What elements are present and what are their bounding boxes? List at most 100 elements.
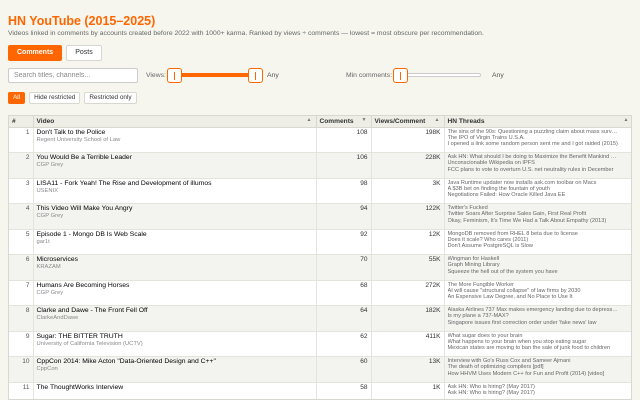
threads-cell: Wingman for Haskell Graph Mining Library S…	[444, 254, 631, 281]
comment-count: 70	[316, 254, 372, 281]
video-title-link[interactable]: LISA11 - Fork Yeah! The Rise and Develop…	[37, 180, 313, 188]
threads-cell: Ask HN: Who is hiring? (May 2017) Ask HN:…	[444, 382, 631, 399]
views-per-comment: 411K	[371, 331, 445, 357]
views-per-comment: 3K	[371, 178, 445, 204]
search-input[interactable]	[8, 68, 138, 83]
thread-link[interactable]: Okay, Feminism, It's Time We Had a Talk …	[448, 218, 630, 224]
views-per-comment: 182K	[371, 305, 445, 332]
channel-name: CGP Grey	[36, 213, 64, 219]
column-header-video[interactable]: Video ▲	[33, 116, 317, 128]
tab-comments[interactable]: Comments	[8, 45, 63, 61]
table-row[interactable]: 6 Microservices KRAZAM 70 55K Wingman for Has…	[9, 254, 631, 281]
views-max-value: Any	[267, 72, 279, 79]
row-rank: 10	[9, 356, 34, 383]
thread-link[interactable]: Ask HN: Who is hiring? (May 2017)	[448, 390, 630, 396]
views-per-comment: 13K	[371, 356, 445, 383]
threads-cell: Alaska Airlines 737 Max makes emergency …	[444, 305, 631, 332]
table-row[interactable]: 7 Humans Are Becoming Horses CGP Grey 68 272…	[9, 280, 631, 306]
table-row[interactable]: 1 Don't Talk to the Police Regent Universi…	[9, 127, 631, 153]
comment-count: 106	[316, 152, 372, 179]
video-title-link[interactable]: You Would Be a Terrible Leader	[37, 154, 313, 162]
video-cell: Episode 1 - Mongo DB Is Web Scale gar1t	[33, 229, 317, 255]
caret-up-icon: ▲	[306, 117, 312, 123]
table-row[interactable]: 3 LISA11 - Fork Yeah! The Rise and Develo…	[9, 178, 631, 204]
filter-restricted-only-button[interactable]: Restricted only	[84, 92, 137, 104]
column-header-threads[interactable]: HN Threads ▲	[444, 116, 631, 128]
video-cell: This Video Will Make You Angry CGP Grey	[33, 203, 317, 230]
thread-link[interactable]: Mexican states are moving to ban the sal…	[448, 345, 630, 351]
caret-up-icon: ▲	[623, 117, 629, 123]
view-tabs: Comments Posts	[8, 45, 102, 61]
comment-count: 58	[316, 382, 372, 399]
channel-name: CGP Grey	[36, 289, 64, 296]
column-header-rank[interactable]: #	[9, 116, 34, 128]
thread-link[interactable]: Negotiations Failed: How Oracle Killed J…	[448, 192, 630, 198]
thread-link[interactable]: I opened a link some random person sent …	[448, 141, 630, 147]
thread-link[interactable]: The sins of the 90s: Questioning a puzzl…	[448, 129, 630, 135]
video-cell: Humans Are Becoming Horses CGP Grey	[33, 280, 317, 306]
thread-link[interactable]: Squeeze the hell out of the system you h…	[448, 269, 630, 275]
views-per-comment: 12K	[371, 229, 445, 255]
video-title-link[interactable]: Microservices	[37, 256, 313, 264]
threads-cell: Interview with Go's Russ Cox and Sameer …	[444, 356, 631, 383]
comment-count: 108	[316, 127, 372, 153]
views-slider-range	[174, 73, 256, 77]
views-per-comment: 122K	[371, 203, 445, 230]
threads-cell: What sugar does to your brain What happen…	[444, 331, 631, 357]
table-row[interactable]: 10 CppCon 2014: Mike Acton "Data-Oriented…	[9, 356, 631, 383]
row-rank: 7	[9, 280, 34, 306]
row-rank: 9	[9, 331, 34, 357]
thread-link[interactable]: An Expensive Law Degree, and No Place to…	[448, 294, 630, 300]
views-per-comment: 198K	[371, 127, 445, 153]
comment-count: 68	[316, 280, 372, 306]
comment-count: 94	[316, 203, 372, 230]
thread-link[interactable]: How HHVM Uses Modern C++ for Fun and Pro…	[448, 371, 630, 377]
row-rank: 4	[9, 203, 34, 230]
threads-cell: Twitter's Fucked Twitter Soars After Surp…	[444, 203, 631, 230]
table-row[interactable]: 5 Episode 1 - Mongo DB Is Web Scale gar1t 9…	[9, 229, 631, 255]
video-title-link[interactable]: Don't Talk to the Police	[37, 129, 313, 137]
row-rank: 3	[9, 178, 34, 204]
caret-up-icon: ▲	[434, 117, 440, 123]
comment-count: 62	[316, 331, 372, 357]
min-comments-handle[interactable]	[393, 68, 408, 83]
row-rank: 2	[9, 152, 34, 179]
comment-count: 92	[316, 229, 372, 255]
thread-link[interactable]: Don't Assume PostgreSQL is Slow	[448, 243, 630, 249]
row-rank: 6	[9, 254, 34, 281]
video-cell: Clarke and Dawe - The Front Fell Off Clar…	[33, 305, 317, 332]
filter-all-button[interactable]: All	[8, 92, 26, 104]
thread-link[interactable]: Singapore issues first correction order …	[448, 320, 630, 326]
row-rank: 1	[9, 127, 34, 153]
column-header-views-per-comment[interactable]: Views/Comment ▲	[371, 116, 445, 128]
video-title-link[interactable]: Sugar: THE BITTER TRUTH	[37, 333, 313, 341]
threads-cell: MongoDB removed from RHEL 8 beta due to …	[444, 229, 631, 255]
views-filter-label: Views:	[146, 72, 166, 79]
tab-posts[interactable]: Posts	[66, 45, 102, 61]
min-comments-label: Min comments:	[346, 72, 393, 79]
column-header-comments[interactable]: Comments ▼	[316, 116, 372, 128]
table-row[interactable]: 9 Sugar: THE BITTER TRUTH University of Ca…	[9, 331, 631, 357]
restriction-filter: All Hide restricted Restricted only	[8, 92, 137, 104]
table-row[interactable]: 2 You Would Be a Terrible Leader CGP Grey 1…	[9, 152, 631, 179]
views-per-comment: 1K	[371, 382, 445, 399]
comment-count: 64	[316, 305, 372, 332]
thread-link[interactable]: FCC plans to vote to overturn U.S. net n…	[448, 167, 630, 173]
video-title-link[interactable]: Humans Are Becoming Horses	[37, 282, 313, 290]
video-cell: Microservices KRAZAM	[33, 254, 317, 281]
channel-name: ClarkeAndDawe	[36, 315, 79, 321]
table-row[interactable]: 11 The ThoughtWorks Interview 58 1K Ask HN: …	[9, 382, 631, 399]
video-title-link[interactable]: The ThoughtWorks Interview	[37, 384, 313, 392]
threads-cell: The sins of the 90s: Questioning a puzzl…	[444, 127, 631, 153]
table-row[interactable]: 8 Clarke and Dawe - The Front Fell Off Cla…	[9, 305, 631, 332]
video-title-link[interactable]: Episode 1 - Mongo DB Is Web Scale	[37, 231, 313, 239]
filter-hide-restricted-button[interactable]: Hide restricted	[29, 92, 81, 104]
video-title-link[interactable]: This Video Will Make You Angry	[37, 205, 313, 213]
table-row[interactable]: 4 This Video Will Make You Angry CGP Grey 9…	[9, 203, 631, 230]
video-title-link[interactable]: CppCon 2014: Mike Acton "Data-Oriented D…	[37, 358, 313, 366]
video-title-link[interactable]: Clarke and Dawe - The Front Fell Off	[37, 307, 313, 315]
comment-count: 98	[316, 178, 372, 204]
views-max-handle[interactable]	[248, 68, 263, 83]
threads-cell: The More Fungible Worker AI will cause "s…	[444, 280, 631, 306]
views-min-handle[interactable]	[167, 68, 182, 83]
